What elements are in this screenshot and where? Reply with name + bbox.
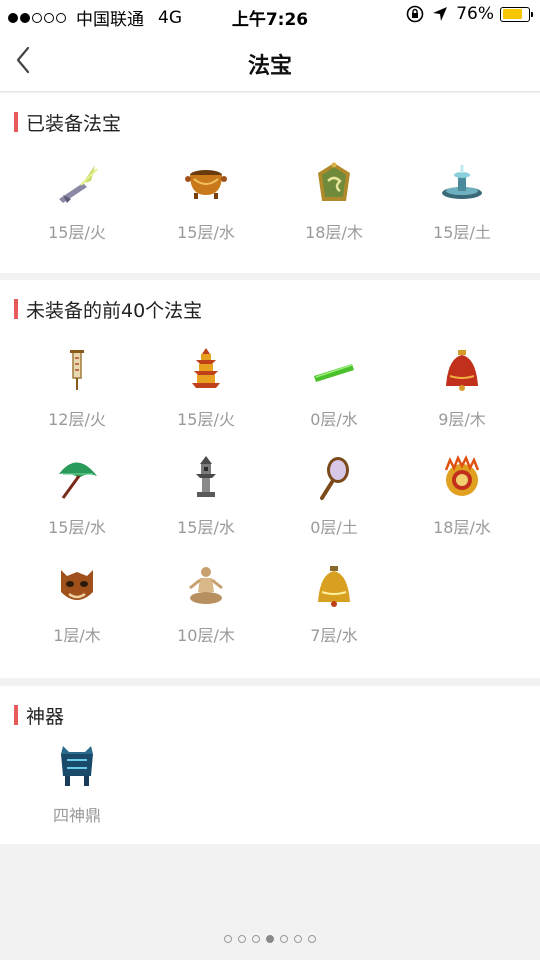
golden-bell-icon — [318, 566, 350, 607]
item-caption: 9层/木 — [438, 410, 486, 429]
demon-mask-icon — [61, 570, 93, 600]
item-caption: 12层/火 — [48, 410, 106, 429]
page-dot[interactable] — [224, 935, 232, 943]
section-title: 未装备的前40个法宝 — [26, 299, 203, 322]
page-dot[interactable] — [308, 935, 316, 943]
page-dot-active[interactable] — [266, 935, 274, 943]
accent-bar — [14, 299, 18, 319]
jade-ruler-icon — [314, 364, 354, 382]
treasure-item[interactable]: 15层/水 — [156, 454, 256, 554]
scroll-banner-icon — [70, 350, 84, 390]
treasure-item[interactable]: 18层/水 — [412, 454, 512, 554]
stone-lantern-icon — [196, 456, 216, 497]
treasure-item[interactable]: 0层/水 — [284, 346, 384, 446]
page-title: 法宝 — [247, 54, 292, 79]
treasure-item[interactable]: 9层/木 — [412, 346, 512, 446]
page-indicator — [0, 935, 540, 943]
fire-ring-icon — [444, 454, 480, 496]
treasure-item[interactable]: 15层/水 — [156, 159, 256, 259]
item-caption: 15层/土 — [433, 223, 491, 242]
section-header: 已装备法宝 — [14, 111, 122, 135]
equipped-section: 已装备法宝 15层/火 15层/水 18层/木 15层/土 — [0, 93, 540, 273]
artifact-section: 神器 四神鼎 — [0, 686, 540, 844]
treasure-item[interactable]: 12层/火 — [27, 346, 127, 446]
item-caption: 1层/木 — [53, 626, 101, 645]
item-caption: 0层/水 — [310, 410, 358, 429]
battery-icon — [500, 6, 533, 22]
section-header: 未装备的前40个法宝 — [14, 298, 203, 322]
section-title: 已装备法宝 — [26, 112, 122, 135]
battery-fill — [502, 9, 522, 19]
treasure-item[interactable]: 15层/土 — [412, 159, 512, 259]
treasure-item[interactable]: 15层/火 — [27, 159, 127, 259]
section-title: 神器 — [26, 705, 65, 728]
nav-bar: 法宝 — [0, 30, 540, 92]
fountain-icon — [442, 165, 482, 199]
page-dot[interactable] — [238, 935, 246, 943]
hand-mirror-icon — [320, 457, 349, 500]
page-dot[interactable] — [252, 935, 260, 943]
item-caption: 15层/火 — [48, 223, 106, 242]
treasure-item[interactable]: 15层/火 — [156, 346, 256, 446]
red-bell-icon — [446, 350, 478, 391]
four-god-cauldron-icon — [61, 746, 93, 786]
page-dot[interactable] — [294, 935, 302, 943]
pagoda-icon — [192, 348, 220, 388]
page-dot[interactable] — [280, 935, 288, 943]
item-caption: 15层/水 — [48, 518, 106, 537]
green-umbrella-icon — [59, 462, 97, 499]
treasure-cauldron-icon — [185, 170, 227, 199]
item-caption: 0层/土 — [310, 518, 358, 537]
accent-bar — [14, 112, 18, 132]
meditating-figure-icon — [189, 567, 223, 604]
item-caption: 7层/水 — [310, 626, 358, 645]
location-arrow-icon — [433, 7, 448, 21]
treasure-item[interactable]: 四神鼎 — [27, 742, 127, 842]
item-caption: 18层/木 — [305, 223, 363, 242]
unequipped-section: 未装备的前40个法宝 12层/火 15层/火 0层/水 9层/木 15层/水 1… — [0, 280, 540, 678]
treasure-item[interactable]: 10层/木 — [156, 562, 256, 662]
battery-percent: 76% — [456, 4, 494, 24]
treasure-item[interactable]: 18层/木 — [284, 159, 384, 259]
status-bar: 中国联通 4G 上午7:26 76% — [0, 0, 540, 30]
item-caption: 15层/水 — [177, 223, 235, 242]
item-caption: 15层/水 — [177, 518, 235, 537]
treasure-item[interactable]: 1层/木 — [27, 562, 127, 662]
accent-bar — [14, 705, 18, 725]
section-header: 神器 — [14, 704, 65, 728]
jade-amulet-icon — [318, 162, 350, 201]
orientation-lock-icon — [406, 5, 424, 23]
item-caption: 四神鼎 — [52, 806, 101, 825]
status-right: 76% — [406, 4, 533, 24]
flying-sword-icon — [59, 165, 98, 203]
treasure-item[interactable]: 0层/土 — [284, 454, 384, 554]
item-caption: 15层/火 — [177, 410, 235, 429]
treasure-item[interactable]: 15层/水 — [27, 454, 127, 554]
treasure-item[interactable]: 7层/水 — [284, 562, 384, 662]
item-caption: 18层/水 — [433, 518, 491, 537]
item-caption: 10层/木 — [177, 626, 235, 645]
